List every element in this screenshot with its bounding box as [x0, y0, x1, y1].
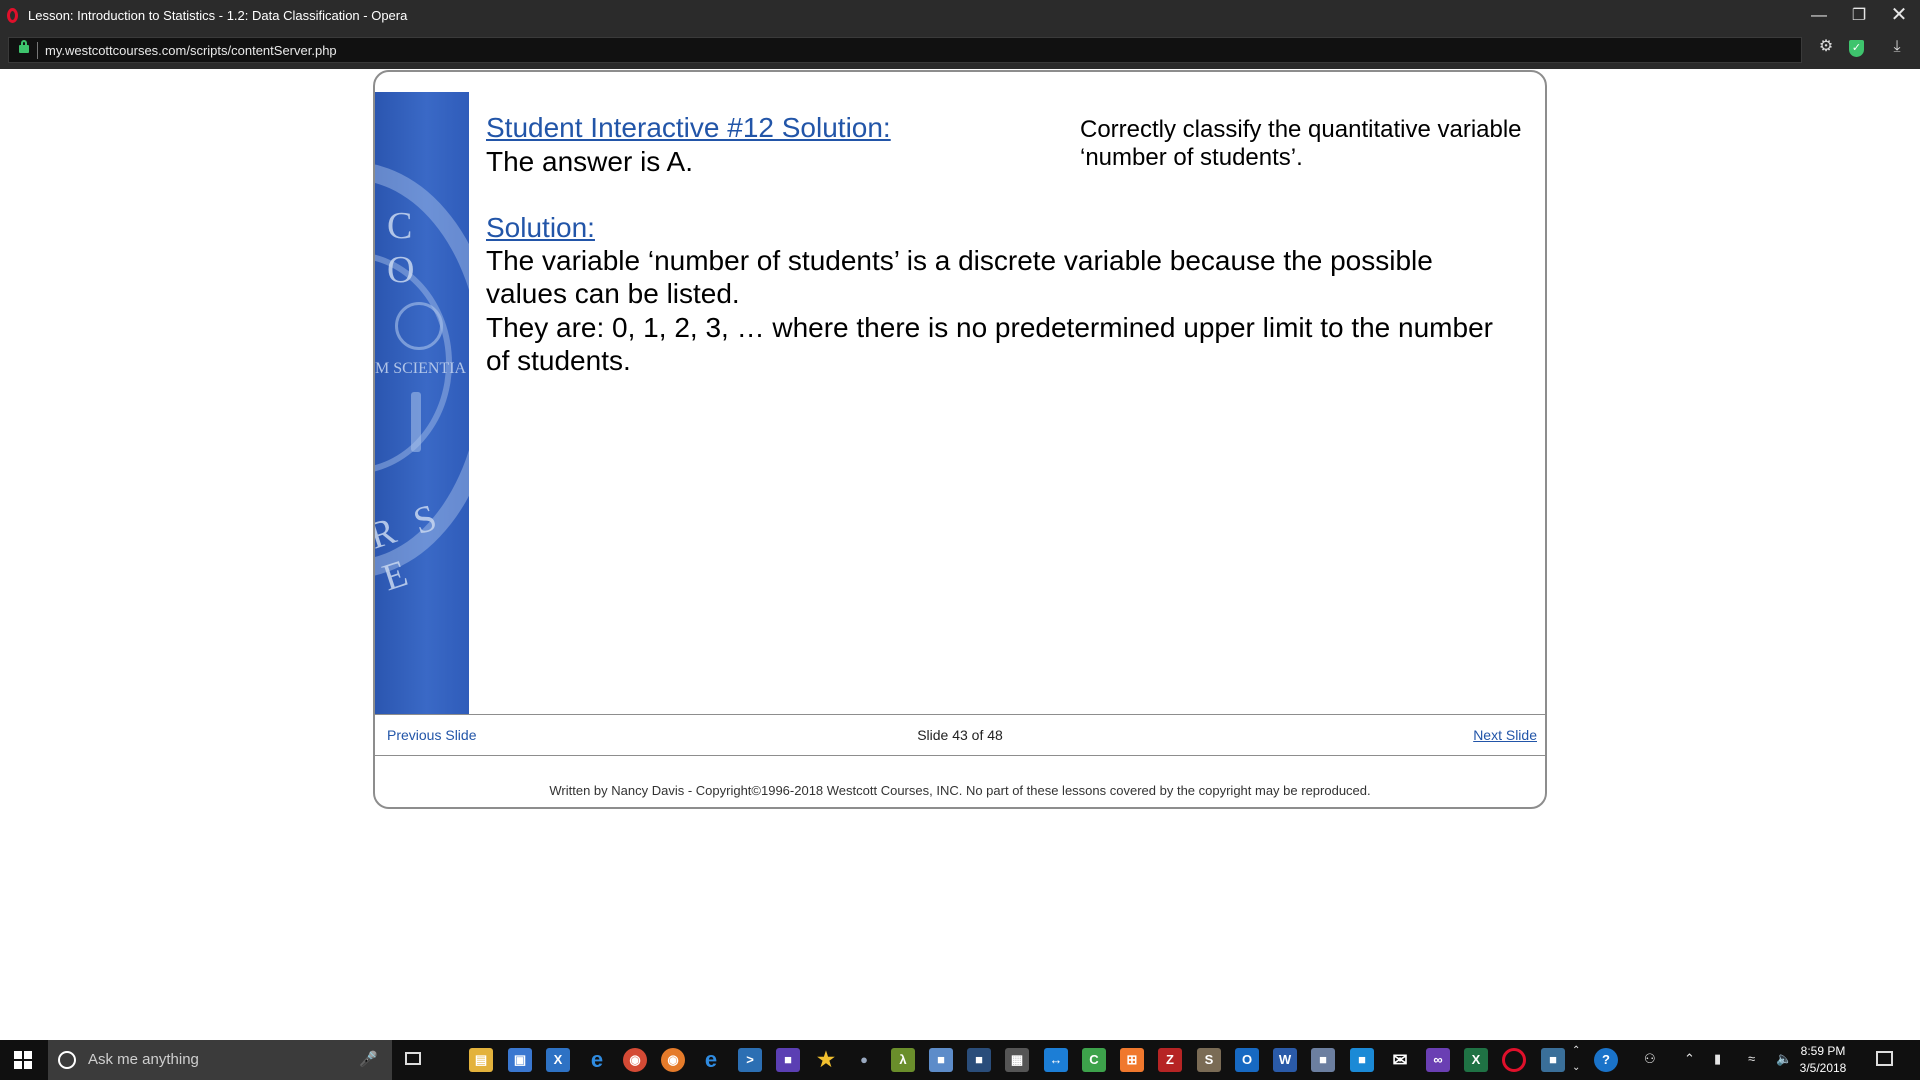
show-hidden-icons-icon[interactable]: ⌃: [1684, 1051, 1695, 1067]
internet-explorer-icon[interactable]: e: [699, 1048, 723, 1072]
clock-date: 3/5/2018: [1799, 1061, 1847, 1075]
powershell-icon[interactable]: >: [738, 1048, 762, 1072]
help-icon[interactable]: ?: [1594, 1048, 1618, 1072]
volume-icon[interactable]: 🔈: [1776, 1051, 1792, 1067]
excel-icon[interactable]: X: [1464, 1048, 1488, 1072]
torch-icon: [411, 392, 421, 452]
url-separator: [37, 42, 38, 59]
filezilla-icon[interactable]: Z: [1158, 1048, 1182, 1072]
settings-gear-icon[interactable]: ⚙: [1815, 36, 1837, 58]
edge-icon[interactable]: e: [585, 1048, 609, 1072]
solution-heading[interactable]: Solution:: [486, 212, 595, 244]
battery-icon[interactable]: ▮: [1714, 1051, 1721, 1067]
seal-letters-top: C O: [387, 205, 425, 291]
desktop-app-icon[interactable]: ■: [967, 1048, 991, 1072]
copyright-footer: Written by Nancy Davis - Copyright©1996-…: [549, 783, 1371, 798]
wifi-icon[interactable]: ≈: [1748, 1051, 1755, 1066]
firefox-icon[interactable]: ◉: [661, 1048, 685, 1072]
outlook-icon[interactable]: O: [1235, 1048, 1259, 1072]
interactive-solution-heading[interactable]: Student Interactive #12 Solution:: [486, 112, 891, 144]
sublime-icon[interactable]: S: [1197, 1048, 1221, 1072]
window-title: Lesson: Introduction to Statistics - 1.2…: [28, 8, 408, 23]
decorative-sidebar: C O M SCIENTIA R S E: [375, 92, 469, 714]
mail-icon[interactable]: ✉: [1388, 1048, 1412, 1072]
clock-time: 8:59 PM: [1800, 1044, 1846, 1058]
solution-line: values can be listed.: [486, 278, 740, 309]
chrome-icon[interactable]: ◉: [623, 1048, 647, 1072]
app-icon-purple[interactable]: ■: [776, 1048, 800, 1072]
minimize-icon[interactable]: —: [1799, 0, 1839, 31]
taskbar-scroll-icon[interactable]: ⌃ ⌄: [1572, 1042, 1580, 1076]
address-bar: my.westcottcourses.com/scripts/contentSe…: [0, 31, 1920, 69]
gimp-icon[interactable]: ●: [852, 1048, 876, 1072]
lambda-app-icon[interactable]: λ: [891, 1048, 915, 1072]
windows-taskbar: Ask me anything 🎤 ▤ ▣ X e ◉ ◉ e > ■ ★ ● …: [0, 1040, 1920, 1080]
file-explorer-icon[interactable]: ▤: [469, 1048, 493, 1072]
xamarin-icon[interactable]: X: [546, 1048, 570, 1072]
people-icon[interactable]: ⚇: [1644, 1051, 1656, 1067]
store-icon[interactable]: ▣: [508, 1048, 532, 1072]
url-field[interactable]: my.westcottcourses.com/scripts/contentSe…: [8, 37, 1802, 63]
xampp-icon[interactable]: ⊞: [1120, 1048, 1144, 1072]
remote-desktop-icon[interactable]: ■: [1350, 1048, 1374, 1072]
network-app-icon[interactable]: ■: [1311, 1048, 1335, 1072]
windows-start-icon[interactable]: [14, 1051, 32, 1069]
teamviewer-icon[interactable]: ↔: [1044, 1048, 1068, 1072]
taskbar-search-box[interactable]: Ask me anything 🎤: [48, 1040, 392, 1080]
task-view-icon[interactable]: [405, 1052, 421, 1065]
restore-icon[interactable]: ❐: [1839, 0, 1879, 31]
seal-motto: M SCIENTIA: [375, 360, 467, 377]
globe-icon: [395, 302, 443, 350]
star-app-icon[interactable]: ★: [814, 1048, 838, 1072]
calculator-icon[interactable]: ▦: [1005, 1048, 1029, 1072]
close-icon[interactable]: ✕: [1879, 0, 1919, 31]
search-placeholder[interactable]: Ask me anything: [88, 1051, 199, 1068]
nav-bottom-divider: [375, 755, 1545, 756]
window-title-bar: Lesson: Introduction to Statistics - 1.2…: [0, 0, 1920, 31]
action-center-icon[interactable]: [1876, 1051, 1893, 1066]
visual-studio-icon[interactable]: ∞: [1426, 1048, 1450, 1072]
solution-line: They are: 0, 1, 2, 3, … where there is n…: [486, 312, 1493, 343]
slide-counter: Slide 43 of 48: [917, 727, 1003, 743]
solution-line: of students.: [486, 345, 631, 376]
lock-icon: [19, 40, 29, 53]
nav-top-divider: [375, 714, 1545, 715]
taskbar-clock[interactable]: 8:59 PM 3/5/2018: [1793, 1043, 1853, 1077]
notes-app-icon[interactable]: ■: [929, 1048, 953, 1072]
question-line-1: Correctly classify the quantitative vari…: [1080, 116, 1522, 143]
shield-check-icon[interactable]: ✓: [1849, 40, 1864, 57]
url-text[interactable]: my.westcottcourses.com/scripts/contentSe…: [45, 43, 337, 58]
camtasia-icon[interactable]: C: [1082, 1048, 1106, 1072]
opera-logo-icon: [7, 8, 18, 23]
word-icon[interactable]: W: [1273, 1048, 1297, 1072]
answer-text: The answer is A.: [486, 146, 693, 177]
next-slide-link[interactable]: Next Slide: [1473, 727, 1537, 743]
microphone-icon[interactable]: 🎤: [359, 1050, 378, 1068]
solution-line: The variable ‘number of students’ is a d…: [486, 245, 1433, 276]
opera-taskbar-icon[interactable]: [1502, 1048, 1526, 1072]
question-line-2: ‘number of students’.: [1080, 144, 1303, 171]
cortana-icon: [58, 1051, 76, 1069]
download-icon[interactable]: ⤓: [1886, 36, 1908, 58]
screen-app-icon[interactable]: ■: [1541, 1048, 1565, 1072]
lesson-slide-panel: C O M SCIENTIA R S E Student Interactive…: [373, 70, 1547, 809]
